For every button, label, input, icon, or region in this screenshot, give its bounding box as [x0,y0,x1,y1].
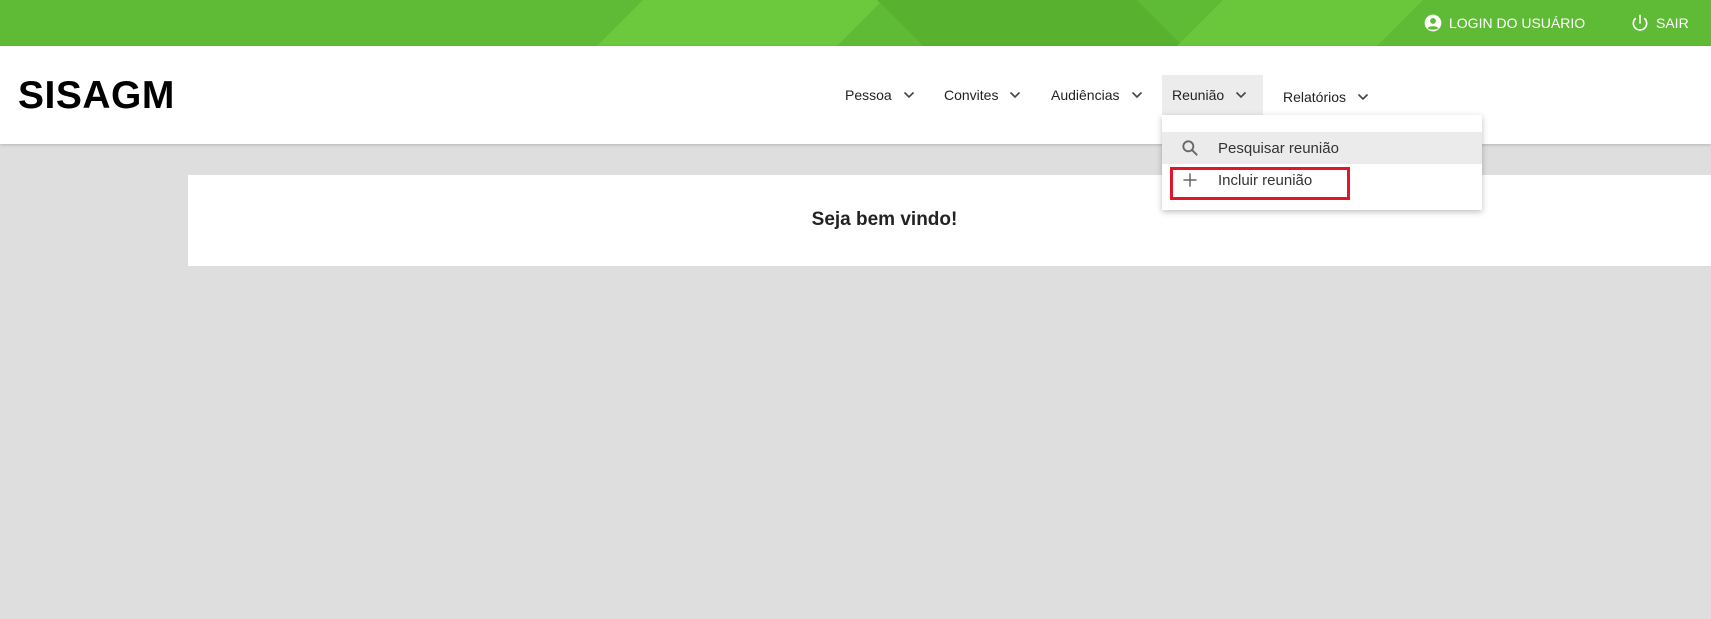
nav-item-label: Reunião [1172,87,1225,103]
decorative-stripe [1177,0,1423,46]
chevron-down-icon [903,91,914,99]
search-icon [1162,138,1218,158]
chevron-down-icon [1236,91,1247,99]
decorative-stripe [597,0,883,46]
nav-item-pessoa[interactable]: Pessoa [835,75,926,115]
chevron-down-icon [1357,93,1369,101]
account-circle-icon [1424,14,1442,32]
user-login-link[interactable]: LOGIN DO USUÁRIO [1423,0,1585,46]
nav-item-reuniao[interactable]: Reunião [1162,75,1263,115]
app-logo[interactable]: SISAGM [18,74,175,118]
decorative-stripe [877,0,1183,46]
nav-item-convites[interactable]: Convites [934,75,1032,115]
nav-item-label: Audiências [1051,87,1120,103]
menu-item-incluir-reuniao[interactable]: Incluir reunião [1162,164,1482,196]
logout-label: SAIR [1656,15,1689,31]
menu-item-pesquisar-reuniao[interactable]: Pesquisar reunião [1162,132,1482,164]
chevron-down-icon [1010,91,1021,99]
nav-item-audiencias[interactable]: Audiências [1041,75,1154,115]
nav-item-label: Pessoa [845,87,892,103]
power-icon [1632,14,1648,31]
nav-item-relatorios[interactable]: Relatórios [1273,77,1380,117]
top-bar: LOGIN DO USUÁRIO SAIR [0,0,1711,46]
menu-item-label: Pesquisar reunião [1218,139,1339,157]
chevron-down-icon [1131,91,1142,99]
logout-link[interactable]: SAIR [1630,0,1689,46]
nav-item-label: Convites [944,87,999,103]
welcome-heading: Seja bem vindo! [811,209,958,230]
user-login-label: LOGIN DO USUÁRIO [1449,15,1586,31]
reuniao-dropdown-menu: Pesquisar reunião Incluir reunião [1162,115,1482,210]
welcome-card: Seja bem vindo! [188,175,1711,266]
menu-item-label: Incluir reunião [1218,171,1313,189]
plus-icon [1162,171,1218,189]
nav-item-label: Relatórios [1283,89,1347,105]
